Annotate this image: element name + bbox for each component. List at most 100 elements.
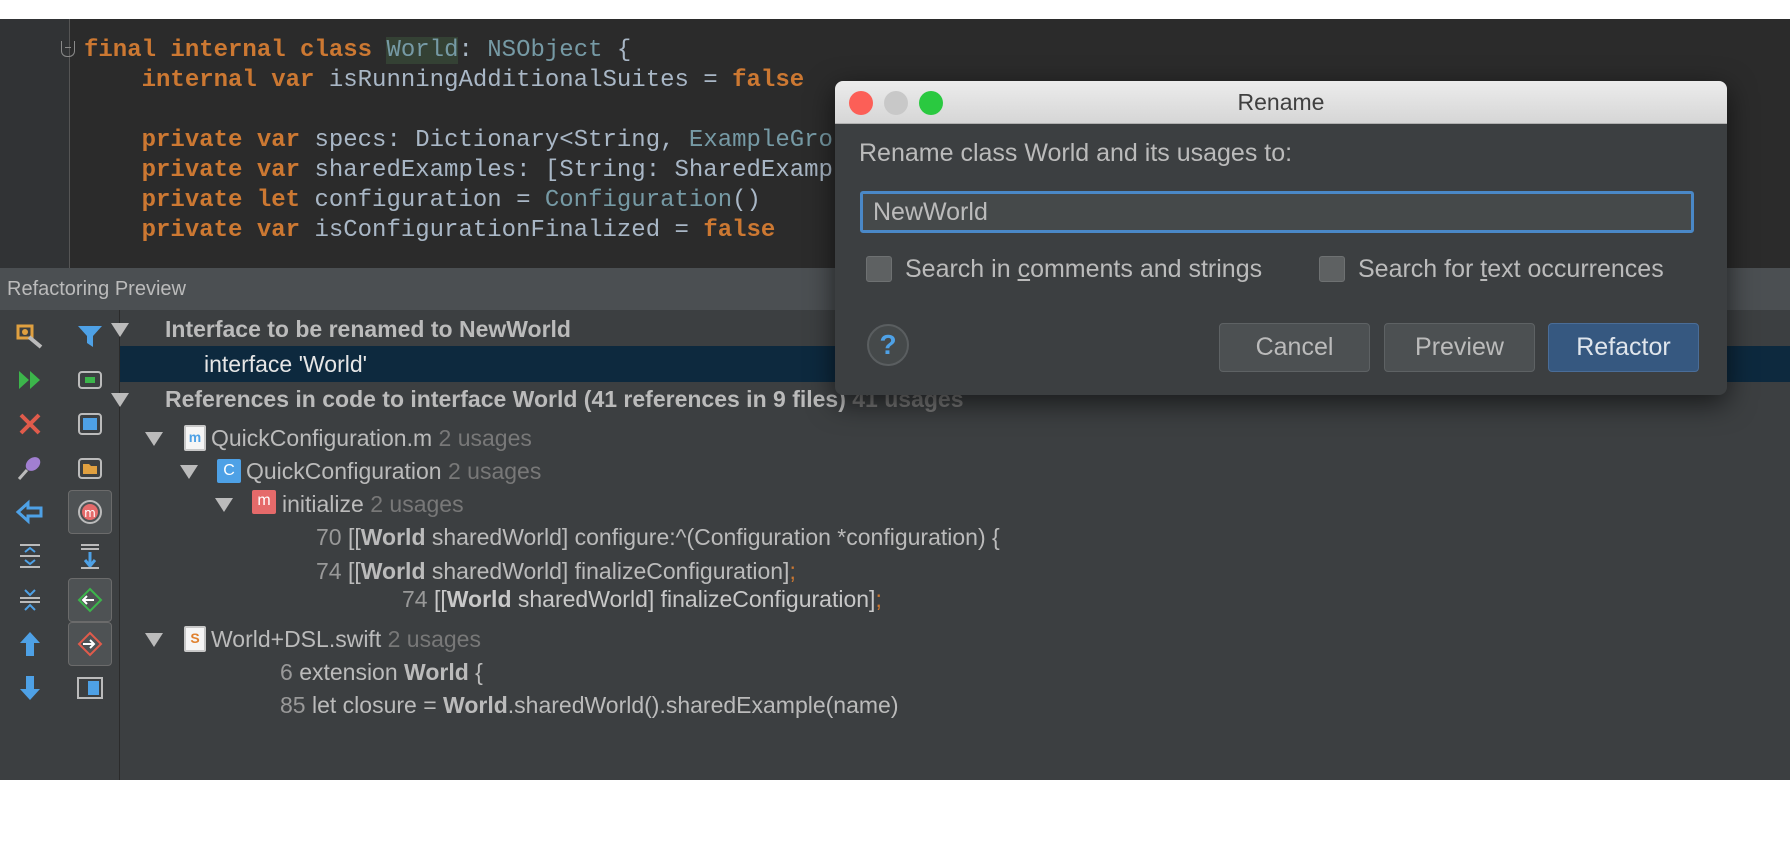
preview-icon[interactable] [68,666,112,710]
expand-all-icon[interactable] [8,534,52,578]
new-name-input[interactable] [860,191,1694,233]
tree-item-label: interface 'World' [204,351,368,377]
tree-usage-row[interactable]: 70 [[World sharedWorld] configure:^(Conf… [120,519,1790,555]
tree-class-row[interactable]: C QuickConfiguration 2 usages [120,453,1790,489]
read-access-icon[interactable] [68,578,112,622]
code-token: private let [84,187,315,214]
search-in-comments-label: Search in comments and strings [905,254,1263,283]
tree-method-row[interactable]: m initialize 2 usages [120,486,1790,522]
close-window-icon[interactable] [849,91,873,115]
panel-toolbar-right: m [60,310,120,780]
previous-occurrence-icon[interactable] [8,622,52,666]
code-token: specs: [314,127,416,154]
code-token: final internal class [84,37,387,64]
expand-triangle-icon[interactable] [111,323,129,337]
code-token: private var [84,217,315,244]
line-number: 6 [280,659,293,685]
maximize-window-icon[interactable] [919,91,943,115]
expand-triangle-icon[interactable] [145,633,163,647]
tree-usage-drag-ghost: 74 [[World sharedWorld] finalizeConfigur… [120,581,1790,617]
code-token: configuration = [314,187,545,214]
code-text: final internal class World: NSObject { i… [84,36,862,246]
search-text-occurrences-checkbox[interactable] [1319,256,1345,282]
usage-match: World [446,586,512,612]
line-number: 70 [316,524,342,550]
code-line: private var specs: Dictionary<String, Ex… [84,126,862,156]
group-by-directory-icon[interactable] [68,446,112,490]
code-token: Dictionary [415,127,560,154]
code-token: { [602,37,632,64]
usage-count: 2 usages [387,626,481,652]
code-token: NSObject [487,37,603,64]
expand-triangle-icon[interactable] [111,393,129,407]
fold-marker-icon[interactable] [61,41,75,57]
usage-text: extension [299,659,405,685]
usage-text: let closure = [311,692,444,718]
search-text-occurrences-label: Search for text occurrences [1358,254,1664,283]
usage-text: sharedWorld] configure:^(Configuration *… [425,524,1000,550]
help-button[interactable]: ? [867,324,909,366]
tree-file-row[interactable]: m QuickConfiguration.m 2 usages [120,420,1790,456]
code-token: Configuration [544,187,733,214]
next-occurrence-icon[interactable] [8,666,52,710]
svg-text:m: m [84,506,96,520]
pin-icon[interactable] [8,446,52,490]
tree-group-label: References in code to interface World (4… [165,386,846,412]
expand-triangle-icon[interactable] [180,465,198,479]
dialog-titlebar[interactable]: Rename [835,81,1727,124]
method-name: initialize [282,491,364,517]
usage-count: 2 usages [448,458,542,484]
search-in-comments-checkbox[interactable] [866,256,892,282]
back-arrow-icon[interactable] [8,490,52,534]
search-in-comments-option[interactable]: Search in comments and strings [866,253,1262,285]
file-name: World+DSL.swift [211,626,382,652]
objc-file-icon: m [184,425,206,451]
usage-text: .sharedWorld().sharedExample(name) [507,692,899,718]
group-by-package-icon[interactable] [68,402,112,446]
dialog-title: Rename [1237,89,1325,115]
autoscroll-to-source-icon[interactable] [68,534,112,578]
tree-file-row[interactable]: S World+DSL.swift 2 usages [120,621,1790,657]
usage-text: [[ [347,524,361,550]
usage-match: World [404,659,469,685]
usage-text: sharedWorld] finalizeConfiguration] [511,586,876,612]
ide-window: final internal class World: NSObject { i… [0,19,1790,780]
code-token: isConfigurationFinalized = [314,217,704,244]
settings-wrench-icon[interactable] [8,314,52,358]
refactor-button[interactable]: Refactor [1548,323,1699,372]
preview-button[interactable]: Preview [1384,323,1535,372]
close-icon[interactable] [8,402,52,446]
expand-triangle-icon[interactable] [215,498,233,512]
class-name: QuickConfiguration [246,458,442,484]
collapse-all-icon[interactable] [8,578,52,622]
code-line: private let configuration = Configuratio… [84,186,862,216]
write-access-icon[interactable] [68,622,112,666]
tree-group-label: Interface to be renamed to NewWorld [165,316,571,342]
usage-text: { [468,659,483,685]
code-token: <String, [559,127,689,154]
code-token: private var [84,127,315,154]
minimize-window-icon[interactable] [884,91,908,115]
group-by-module-icon[interactable] [68,358,112,402]
search-text-occurrences-option[interactable]: Search for text occurrences [1319,253,1664,285]
code-token: : [458,37,488,64]
expand-triangle-icon[interactable] [145,432,163,446]
code-token: false [732,67,805,94]
tree-usage-row[interactable]: 6 extension World { [120,654,1790,690]
code-token: false [703,217,776,244]
code-token: () [732,187,761,214]
code-token: World [386,37,459,64]
rerun-icon[interactable] [8,358,52,402]
file-name: QuickConfiguration.m [211,425,433,451]
tree-usage-row[interactable]: 85 let closure = World.sharedWorld().sha… [120,687,1790,723]
show-method-icon[interactable]: m [68,490,112,534]
filter-icon[interactable] [68,314,112,358]
panel-toolbar-left [0,310,60,780]
cancel-button[interactable]: Cancel [1219,323,1370,372]
code-token: internal var [84,67,329,94]
rename-prompt-label: Rename class World and its usages to: [859,139,1293,167]
usage-text: [[ [433,586,447,612]
code-line: private var sharedExamples: [String: Sha… [84,156,862,186]
editor-gutter [0,19,75,268]
